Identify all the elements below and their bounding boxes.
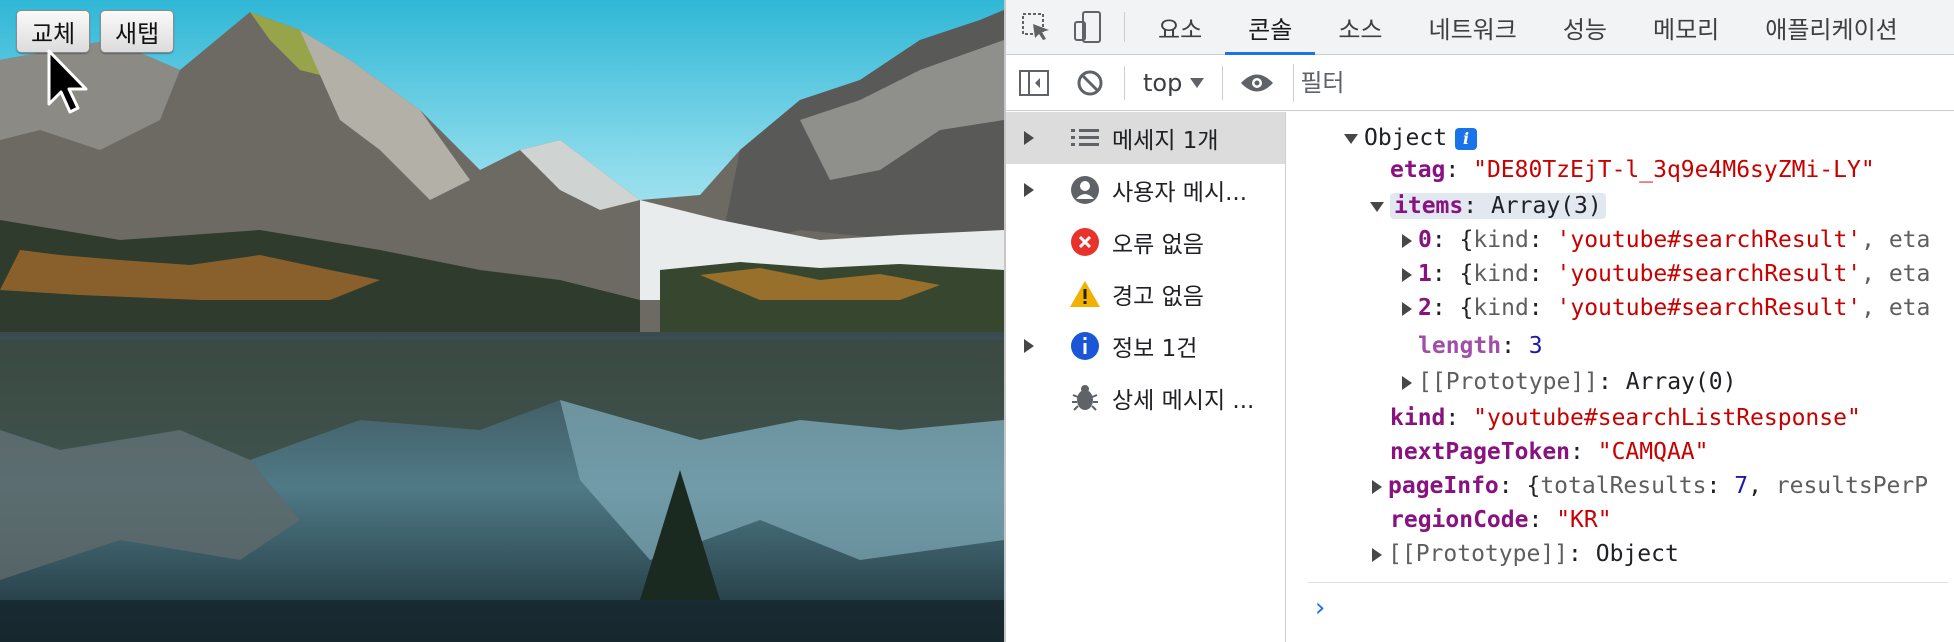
collapse-arrow-icon[interactable] (1344, 133, 1358, 144)
console-prompt[interactable]: › (1308, 582, 1948, 632)
devtools-panel: 요소 콘솔 소스 네트워크 성능 메모리 애플리케이션 top 필터 메세지 1… (1004, 0, 1954, 642)
sidebar-item-verbose[interactable]: 상세 메시지 ... (1006, 372, 1285, 424)
console-sidebar: 메세지 1개 사용자 메시... 오류 없음 경고 없음 정보 1건 상세 메시… (1006, 112, 1286, 642)
warning-icon (1058, 279, 1112, 309)
tab-bar-separator (1124, 12, 1125, 42)
live-expression-eye-icon[interactable] (1229, 56, 1285, 111)
sidebar-item-label: 오류 없음 (1112, 232, 1204, 258)
inspect-element-icon[interactable] (1010, 0, 1062, 54)
tab-memory[interactable]: 메모리 (1630, 0, 1742, 54)
prompt-chevron-icon: › (1312, 593, 1328, 623)
console-output: Object i etag: "DE80TzEjT-l_3q9e4M6syZMi-… (1288, 112, 1954, 642)
object-root-row[interactable]: Object i (1344, 122, 1478, 154)
items-highlight: items: Array(3) (1390, 193, 1606, 219)
property-length: length: 3 (1418, 333, 1543, 359)
tab-sources[interactable]: 소스 (1315, 0, 1405, 54)
new-tab-button[interactable]: 새탭 (100, 10, 175, 53)
sidebar-item-messages[interactable]: 메세지 1개 (1006, 112, 1285, 164)
object-info-icon[interactable]: i (1455, 127, 1478, 150)
tab-network[interactable]: 네트워크 (1406, 0, 1540, 54)
items-row-2[interactable]: 2: {kind: 'youtube#searchResult', eta (1402, 292, 1930, 324)
sidebar-item-info[interactable]: 정보 1건 (1006, 320, 1285, 372)
sidebar-item-label: 경고 없음 (1112, 284, 1204, 310)
list-icon (1058, 127, 1112, 149)
property-page-info[interactable]: pageInfo: {totalResults: 7, resultsPerP (1372, 470, 1928, 502)
caret-down-icon (1190, 78, 1205, 88)
mouse-cursor-icon (47, 49, 88, 114)
context-selector-label: top (1143, 69, 1183, 97)
sidebar-item-label: 정보 1건 (1112, 336, 1198, 362)
expand-arrow-icon[interactable] (1402, 375, 1412, 390)
tab-performance[interactable]: 성능 (1540, 0, 1630, 54)
console-toolbar: top (1006, 56, 1954, 111)
expand-arrow-icon[interactable] (1006, 183, 1058, 197)
replace-button[interactable]: 교체 (16, 10, 91, 53)
items-row-0[interactable]: 0: {kind: 'youtube#searchResult', eta (1402, 224, 1930, 256)
sidebar-item-user-messages[interactable]: 사용자 메시... (1006, 164, 1285, 216)
app-window: 교체 새탭 요소 콘솔 소스 네트워크 성능 메모리 애플리케이션 top 필터… (0, 0, 1954, 642)
expand-arrow-icon[interactable] (1372, 547, 1382, 562)
sidebar-item-label: 메세지 1개 (1112, 128, 1219, 154)
toolbar-separator (1222, 66, 1224, 100)
expand-arrow-icon[interactable] (1372, 479, 1382, 494)
expand-arrow-icon[interactable] (1402, 301, 1412, 316)
sidebar-item-label: 사용자 메시... (1112, 180, 1248, 206)
collapse-arrow-icon[interactable] (1370, 201, 1384, 212)
clear-console-icon[interactable] (1062, 56, 1118, 111)
property-region-code: regionCode: "KR" (1390, 507, 1612, 533)
tab-elements[interactable]: 요소 (1135, 0, 1225, 54)
web-page: 교체 새탭 (0, 0, 1004, 642)
toggle-sidebar-icon[interactable] (1006, 56, 1062, 111)
console-filter-input[interactable] (1293, 64, 1914, 102)
tab-application[interactable]: 애플리케이션 (1742, 0, 1920, 54)
user-icon (1058, 175, 1112, 205)
mountain-lake-image (0, 0, 1004, 642)
devtools-tab-bar: 요소 콘솔 소스 네트워크 성능 메모리 애플리케이션 (1006, 0, 1954, 55)
sidebar-item-errors[interactable]: 오류 없음 (1006, 216, 1285, 268)
property-kind: kind: "youtube#searchListResponse" (1390, 405, 1861, 431)
toolbar-separator (1124, 66, 1125, 100)
sidebar-item-warnings[interactable]: 경고 없음 (1006, 268, 1285, 320)
error-icon (1058, 227, 1112, 257)
sidebar-item-label: 상세 메시지 ... (1112, 388, 1255, 414)
expand-arrow-icon[interactable] (1402, 267, 1412, 282)
bug-icon (1058, 383, 1112, 413)
tab-console[interactable]: 콘솔 (1225, 0, 1316, 55)
items-prototype-row[interactable]: [[Prototype]]: Array(0) (1402, 366, 1737, 398)
object-prototype-row[interactable]: [[Prototype]]: Object (1372, 538, 1679, 570)
device-toolbar-icon[interactable] (1062, 0, 1114, 54)
info-icon (1058, 331, 1112, 361)
expand-arrow-icon[interactable] (1402, 233, 1412, 248)
expand-arrow-icon[interactable] (1006, 131, 1058, 145)
context-selector[interactable]: top (1131, 69, 1216, 97)
items-row-1[interactable]: 1: {kind: 'youtube#searchResult', eta (1402, 258, 1930, 290)
property-next-page-token: nextPageToken: "CAMQAA" (1390, 439, 1709, 465)
expand-arrow-icon[interactable] (1006, 339, 1058, 353)
property-items[interactable]: items: Array(3) (1370, 190, 1606, 222)
property-etag: etag: "DE80TzEjT-l_3q9e4M6syZMi-LY" (1390, 157, 1875, 183)
